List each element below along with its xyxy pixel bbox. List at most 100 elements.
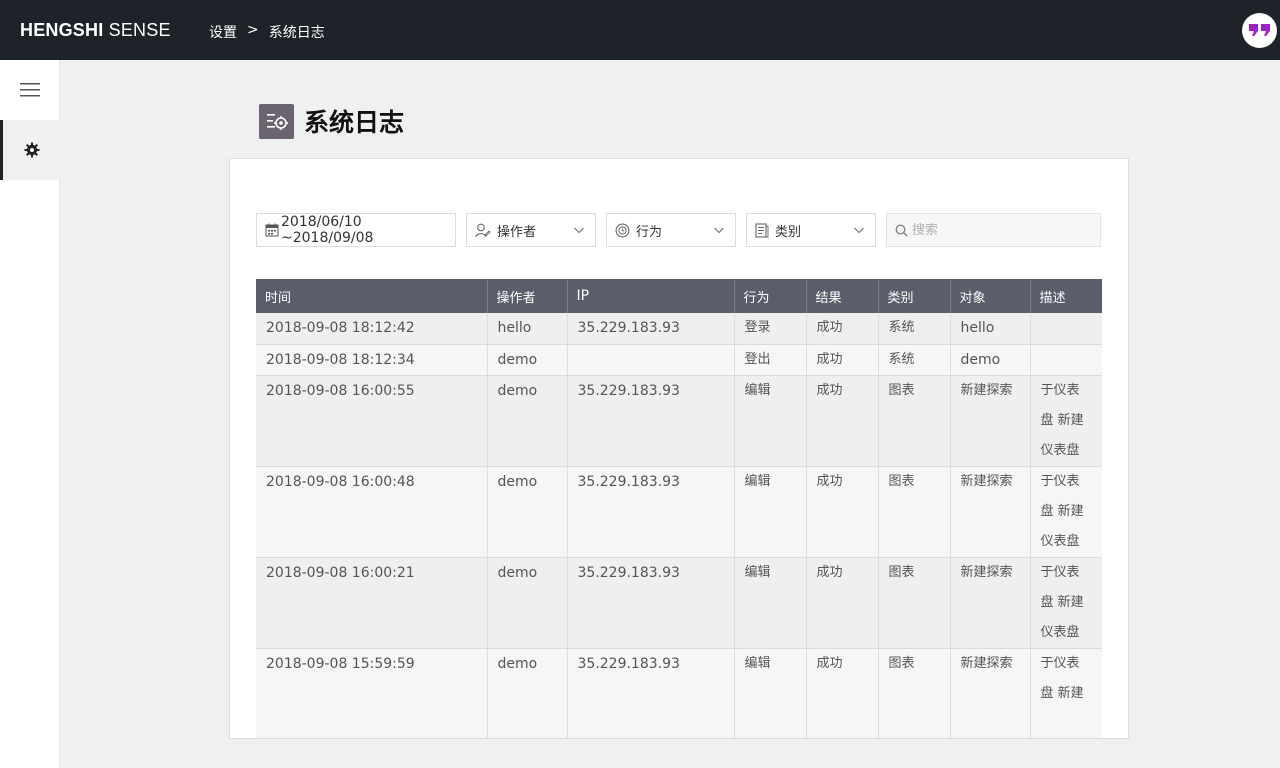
- cell-result: 成功: [806, 466, 879, 558]
- date-range-picker[interactable]: 2018/06/10 ~2018/09/08: [256, 213, 456, 247]
- cell-description: [1030, 344, 1102, 376]
- cell-object: 新建探索: [950, 466, 1031, 558]
- cell-ip: 35.229.183.93: [567, 557, 735, 649]
- cell-ip: [567, 344, 735, 376]
- cell-time: 2018-09-08 16:00:21: [256, 557, 488, 649]
- table-header-row: 时间 操作者 IP 行为 结果 类别 对象 描述: [256, 279, 1102, 313]
- cell-action: 登录: [734, 313, 807, 345]
- table-row: 2018-09-08 16:00:48 demo 35.229.183.93 编…: [256, 466, 1102, 558]
- table-row: 2018-09-08 18:12:34 demo 登出 成功 系统 demo: [256, 344, 1102, 376]
- cell-category: 图表: [878, 648, 951, 738]
- cell-description: 于仪表盘 新建仪表盘: [1030, 557, 1102, 649]
- column-header-operator[interactable]: 操作者: [487, 279, 568, 313]
- cell-operator: demo: [487, 466, 568, 558]
- category-select[interactable]: 类别: [746, 213, 876, 247]
- category-document-icon: [755, 222, 769, 238]
- cell-object: demo: [950, 344, 1031, 376]
- cell-ip: 35.229.183.93: [567, 466, 735, 558]
- cell-time: 2018-09-08 18:12:42: [256, 313, 488, 345]
- cell-action: 编辑: [734, 557, 807, 649]
- cell-result: 成功: [806, 344, 879, 376]
- log-card: 2018/06/10 ~2018/09/08 操作者 行为 类别 搜索 时间 操…: [229, 158, 1129, 739]
- table-row: 2018-09-08 16:00:21 demo 35.229.183.93 编…: [256, 557, 1102, 649]
- chevron-down-icon: [573, 224, 585, 240]
- cell-action: 编辑: [734, 648, 807, 738]
- breadcrumb-current: 系统日志: [268, 25, 325, 41]
- gear-icon: [24, 142, 39, 158]
- breadcrumb-separator: >: [247, 22, 259, 38]
- cell-category: 图表: [878, 466, 951, 558]
- cell-object: 新建探索: [950, 648, 1031, 738]
- column-header-category[interactable]: 类别: [878, 279, 951, 313]
- cell-action: 编辑: [734, 375, 807, 467]
- cell-time: 2018-09-08 15:59:59: [256, 648, 488, 738]
- column-header-action[interactable]: 行为: [734, 279, 807, 313]
- cell-action: 登出: [734, 344, 807, 376]
- column-header-ip[interactable]: IP: [567, 279, 735, 313]
- breadcrumb-parent[interactable]: 设置: [209, 22, 237, 42]
- cell-description: 于仪表盘 新建仪表盘: [1030, 466, 1102, 558]
- table-row: 2018-09-08 18:12:42 hello 35.229.183.93 …: [256, 313, 1102, 345]
- page-header: 系统日志: [259, 103, 404, 139]
- calendar-icon: [265, 223, 279, 237]
- cell-description: 于仪表盘 新建: [1030, 648, 1102, 738]
- operator-label: 操作者: [497, 224, 537, 240]
- sidebar-item-settings[interactable]: [0, 120, 60, 180]
- cell-operator: demo: [487, 648, 568, 738]
- cell-operator: demo: [487, 375, 568, 467]
- cell-ip: 35.229.183.93: [567, 375, 735, 467]
- log-settings-icon: [259, 103, 294, 139]
- action-label: 行为: [636, 224, 663, 240]
- cell-action: 编辑: [734, 466, 807, 558]
- top-bar: HENGSHI SENSE 设置 > 系统日志: [0, 0, 1280, 60]
- menu-button[interactable]: [0, 60, 60, 120]
- cell-result: 成功: [806, 313, 879, 345]
- action-clock-icon: [615, 223, 630, 238]
- column-header-time[interactable]: 时间: [256, 279, 488, 313]
- chevron-down-icon: [853, 224, 865, 240]
- column-header-object[interactable]: 对象: [950, 279, 1031, 313]
- user-icon: [475, 223, 491, 238]
- column-header-result[interactable]: 结果: [806, 279, 879, 313]
- cell-ip: 35.229.183.93: [567, 648, 735, 738]
- search-box[interactable]: [886, 213, 1101, 247]
- sidebar: [0, 60, 60, 768]
- cell-result: 成功: [806, 375, 879, 467]
- table-row: 2018-09-08 15:59:59 demo 35.229.183.93 编…: [256, 648, 1102, 738]
- cell-object: 新建探索: [950, 375, 1031, 467]
- quote-logo-icon: [1248, 23, 1270, 36]
- cell-category: 图表: [878, 557, 951, 649]
- search-input[interactable]: [912, 222, 1082, 238]
- cell-category: 图表: [878, 375, 951, 467]
- operator-select[interactable]: 操作者: [466, 213, 596, 247]
- cell-result: 成功: [806, 557, 879, 649]
- action-select[interactable]: 行为: [606, 213, 736, 247]
- cell-time: 2018-09-08 16:00:48: [256, 466, 488, 558]
- brand-bold: HENGSHI: [20, 20, 104, 40]
- cell-description: [1030, 313, 1102, 345]
- category-label: 类别: [775, 224, 802, 240]
- avatar[interactable]: [1242, 13, 1277, 48]
- page-title: 系统日志: [304, 108, 405, 137]
- cell-category: 系统: [878, 313, 951, 345]
- breadcrumb: 设置 > 系统日志: [209, 22, 325, 42]
- cell-description: 于仪表盘 新建仪表盘: [1030, 375, 1102, 467]
- cell-ip: 35.229.183.93: [567, 313, 735, 345]
- table-row: 2018-09-08 16:00:55 demo 35.229.183.93 编…: [256, 375, 1102, 467]
- log-table: 时间 操作者 IP 行为 结果 类别 对象 描述 2018-09-08 18:1…: [256, 279, 1102, 738]
- hamburger-icon: [20, 83, 40, 97]
- search-icon: [895, 224, 908, 237]
- cell-time: 2018-09-08 18:12:34: [256, 344, 488, 376]
- cell-time: 2018-09-08 16:00:55: [256, 375, 488, 467]
- cell-operator: demo: [487, 557, 568, 649]
- brand-logo[interactable]: HENGSHI SENSE: [20, 20, 171, 41]
- chevron-down-icon: [713, 224, 725, 240]
- cell-object: 新建探索: [950, 557, 1031, 649]
- date-range-value: 2018/06/10 ~2018/09/08: [281, 214, 374, 246]
- brand-light: SENSE: [108, 20, 171, 40]
- cell-operator: hello: [487, 313, 568, 345]
- cell-operator: demo: [487, 344, 568, 376]
- cell-category: 系统: [878, 344, 951, 376]
- column-header-description[interactable]: 描述: [1030, 279, 1102, 313]
- cell-result: 成功: [806, 648, 879, 738]
